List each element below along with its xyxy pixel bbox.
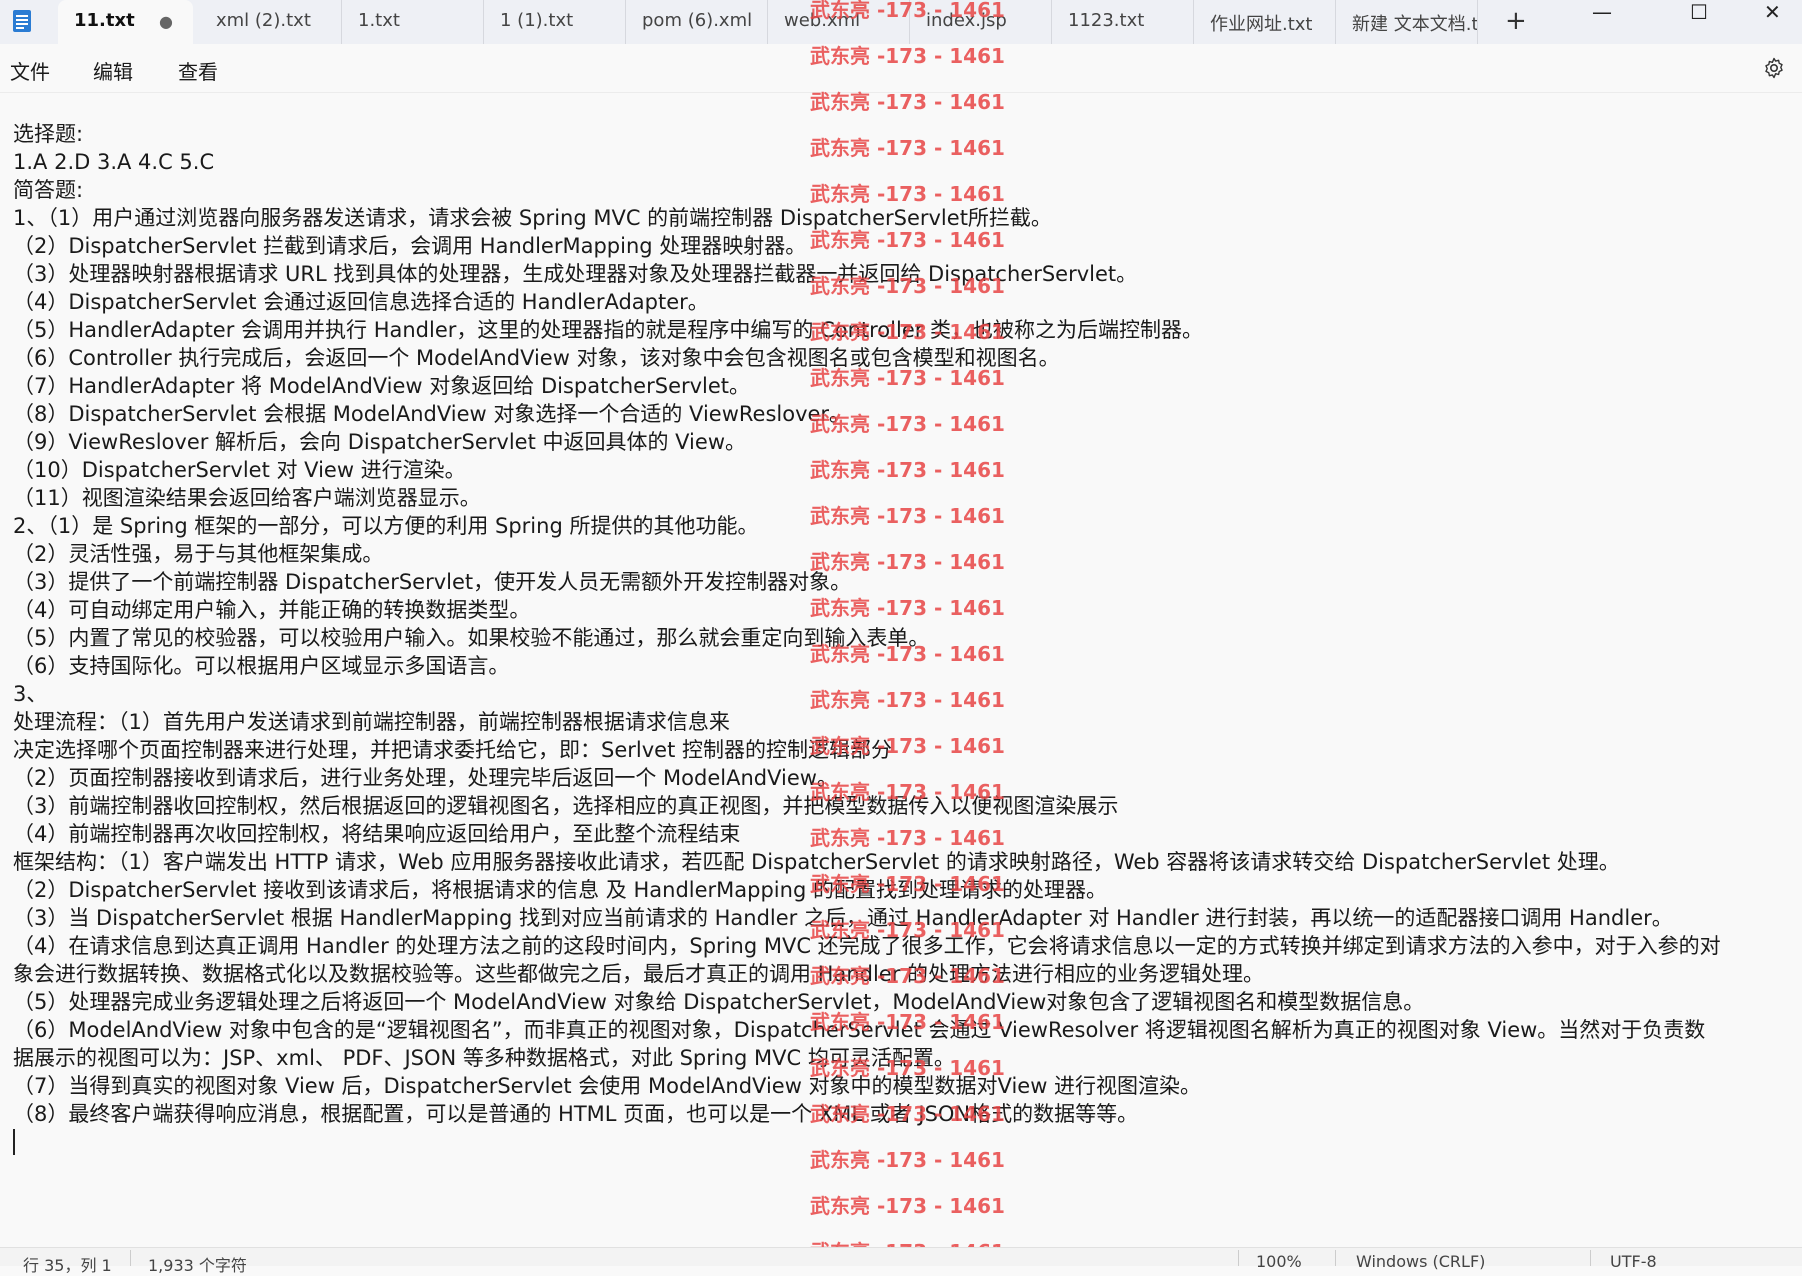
text-line: 据展示的视图可以为：JSP、xml、 PDF、JSON 等多种数据格式，对此 S…	[13, 1046, 955, 1070]
tab-1-1-txt[interactable]: 1 (1).txt	[484, 0, 626, 44]
new-tab-button[interactable]: +	[1505, 6, 1527, 36]
menu-bar: 文件 编辑 查看	[0, 44, 1802, 93]
status-char-count: 1,933 个字符	[148, 1256, 247, 1275]
text-line: （10）DispatcherServlet 对 View 进行渲染。	[13, 458, 466, 482]
text-line: （3）处理器映射器根据请求 URL 找到具体的处理器，生成处理器对象及处理器拦截…	[13, 262, 1138, 286]
text-line: 2、（1）是 Spring 框架的一部分，可以方便的利用 Spring 所提供的…	[13, 514, 759, 538]
text-line: （2）DispatcherServlet 拦截到请求后，会调用 HandlerM…	[13, 234, 807, 258]
text-line: （8）DispatcherServlet 会根据 ModelAndView 对象…	[13, 402, 851, 426]
text-line: （3）当 DispatcherServlet 根据 HandlerMapping…	[13, 906, 1673, 930]
tab-label: 11.txt	[74, 10, 135, 31]
text-editor[interactable]: 选择题: 1.A 2.D 3.A 4.C 5.C 简答题: 1、（1）用户通过浏览器向…	[13, 120, 1793, 1155]
text-line: （5）HandlerAdapter 会调用并执行 Handler，这里的处理器指…	[13, 318, 1204, 342]
tab-xml-2-txt[interactable]: xml (2).txt	[200, 0, 342, 44]
tab-label: 1.txt	[358, 10, 400, 31]
maximize-button[interactable]: ☐	[1690, 0, 1708, 24]
text-line: （5）处理器完成业务逻辑处理之后将返回一个 ModelAndView 对象给 D…	[13, 990, 1425, 1014]
status-divider	[1335, 1250, 1336, 1266]
text-line: 3、	[13, 682, 48, 706]
text-line: （7）HandlerAdapter 将 ModelAndView 对象返回给 D…	[13, 374, 751, 398]
tab-homework-url-txt[interactable]: 作业网址.txt	[1194, 0, 1336, 44]
text-line: （4）在请求信息到达真正调用 Handler 的处理方法之前的这段时间内，Spr…	[13, 934, 1721, 958]
notepad-app-icon	[13, 10, 31, 32]
tab-11-txt[interactable]: 11.txt ●	[58, 0, 193, 44]
tab-bar: 11.txt ● xml (2).txt 1.txt 1 (1).txt pom…	[0, 0, 1802, 45]
text-line: 框架结构：（1）客户端发出 HTTP 请求，Web 应用服务器接收此请求，若匹配…	[13, 850, 1620, 874]
text-line: （4）可自动绑定用户输入，并能正确的转换数据类型。	[13, 598, 531, 622]
tab-label: 1123.txt	[1068, 10, 1145, 31]
text-line: （4）前端控制器再次收回控制权，将结果响应返回给用户，至此整个流程结束	[13, 822, 741, 846]
text-line: （11）视图渲染结果会返回给客户端浏览器显示。	[13, 486, 481, 510]
status-bar: 行 35，列 1 1,933 个字符 100% Windows (CRLF) U…	[0, 1247, 1802, 1275]
tab-label: 新建 文本文档.t	[1352, 14, 1478, 35]
tab-label: 1 (1).txt	[500, 10, 574, 31]
text-line: （6）Controller 执行完成后，会返回一个 ModelAndView 对…	[13, 346, 1060, 370]
text-line: （6）支持国际化。可以根据用户区域显示多国语言。	[13, 654, 510, 678]
tab-label: xml (2).txt	[216, 10, 311, 31]
text-line: （2）灵活性强，易于与其他框架集成。	[13, 542, 384, 566]
status-divider	[130, 1250, 131, 1266]
text-line: 简答题:	[13, 178, 84, 202]
text-line: （4）DispatcherServlet 会通过返回信息选择合适的 Handle…	[13, 290, 709, 314]
text-line: （5）内置了常见的校验器，可以校验用户输入。如果校验不能通过，那么就会重定向到输…	[13, 626, 930, 650]
text-line: （7）当得到真实的视图对象 View 后，DispatcherServlet 会…	[13, 1074, 1202, 1098]
text-line: （2）DispatcherServlet 接收到该请求后，将根据请求的信息 及 …	[13, 878, 1107, 902]
minimize-button[interactable]: —	[1592, 0, 1612, 24]
tab-label: index.jsp	[926, 10, 1007, 31]
status-divider	[1590, 1250, 1591, 1266]
text-line: 决定选择哪个页面控制器来进行处理，并把请求委托给它，即：Serlvet 控制器的…	[13, 738, 892, 762]
status-encoding[interactable]: UTF-8	[1610, 1252, 1657, 1271]
text-line: （3）提供了一个前端控制器 DispatcherServlet，使开发人员无需额…	[13, 570, 852, 594]
editor-lines: 选择题: 1.A 2.D 3.A 4.C 5.C 简答题: 1、（1）用户通过浏览器向…	[13, 120, 1793, 1128]
status-divider	[1238, 1250, 1239, 1266]
menu-file[interactable]: 文件	[10, 56, 50, 85]
menu-edit[interactable]: 编辑	[93, 56, 133, 85]
text-line: 象会进行数据转换、数据格式化以及数据校验等。这些都做完之后，最后才真正的调用 H…	[13, 962, 1265, 986]
text-line: （9）ViewReslover 解析后，会向 DispatcherServlet…	[13, 430, 746, 454]
settings-gear-icon[interactable]	[1762, 56, 1786, 80]
tab-label: 作业网址.txt	[1210, 14, 1313, 35]
tab-label: pom (6).xml	[642, 10, 753, 31]
text-line: 选择题:	[13, 122, 84, 146]
menu-view[interactable]: 查看	[178, 56, 218, 85]
tab-1123-txt[interactable]: 1123.txt	[1052, 0, 1194, 44]
text-line: （6）ModelAndView 对象中包含的是“逻辑视图名”，而非真正的视图对象…	[13, 1018, 1706, 1042]
tab-web-xml[interactable]: web.xml	[768, 0, 910, 44]
text-line: 1、（1）用户通过浏览器向服务器发送请求，请求会被 Spring MVC 的前端…	[13, 206, 1052, 230]
text-line: （8）最终客户端获得响应消息，根据配置，可以是普通的 HTML 页面，也可以是一…	[13, 1102, 1139, 1126]
tab-label: web.xml	[784, 10, 861, 31]
tab-pom-6-xml[interactable]: pom (6).xml	[626, 0, 768, 44]
unsaved-dot-icon: ●	[159, 12, 173, 31]
text-line: （2）页面控制器接收到请求后，进行业务处理，处理完毕后返回一个 ModelAnd…	[13, 766, 838, 790]
tab-index-jsp[interactable]: index.jsp	[910, 0, 1052, 44]
tab-new-text-doc[interactable]: 新建 文本文档.t	[1336, 0, 1478, 44]
text-line: 处理流程：（1）首先用户发送请求到前端控制器，前端控制器根据请求信息来	[13, 710, 730, 734]
status-line-ending[interactable]: Windows (CRLF)	[1356, 1252, 1485, 1271]
watermark-text: 武东亮 -173 - 1461	[810, 1194, 1005, 1218]
text-cursor	[13, 1129, 15, 1155]
status-position: 行 35，列 1	[23, 1256, 112, 1275]
tab-1-txt[interactable]: 1.txt	[342, 0, 484, 44]
text-line: （3）前端控制器收回控制权，然后根据返回的逻辑视图名，选择相应的真正视图，并把模…	[13, 794, 1119, 818]
text-line: 1.A 2.D 3.A 4.C 5.C	[13, 150, 215, 174]
status-zoom[interactable]: 100%	[1256, 1252, 1302, 1271]
close-button[interactable]: ✕	[1764, 0, 1781, 24]
